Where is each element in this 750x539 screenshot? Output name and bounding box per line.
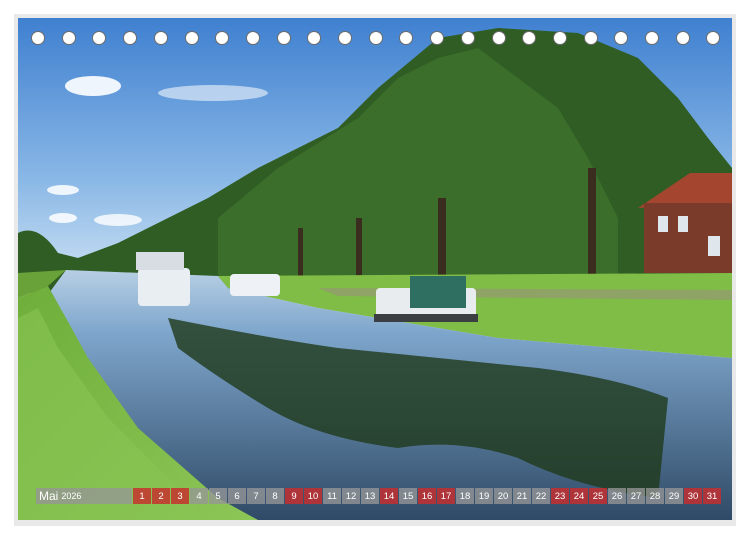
day-cell: 18 [456, 488, 474, 504]
day-cell: 21 [513, 488, 531, 504]
day-cell: 26 [608, 488, 626, 504]
day-cell: 25 [589, 488, 607, 504]
binding-hole [215, 31, 230, 45]
day-cell: 7 [247, 488, 265, 504]
binding-hole [645, 31, 659, 45]
day-cell: 2 [152, 488, 170, 504]
day-cell: 29 [665, 488, 683, 504]
binding-hole [399, 31, 414, 45]
day-cell: 30 [684, 488, 702, 504]
day-cell: 13 [361, 488, 379, 504]
day-cell: 15 [399, 488, 417, 504]
day-cell: 16 [418, 488, 436, 504]
day-cell: 11 [323, 488, 341, 504]
binding-hole [552, 31, 567, 45]
binding-hole [368, 31, 383, 45]
binding-hole [338, 31, 352, 45]
day-cell: 27 [627, 488, 645, 504]
binding-hole [614, 31, 629, 45]
day-cell: 4 [190, 488, 208, 504]
month-label-box: Mai 2026 [36, 488, 132, 504]
binding-hole [583, 31, 598, 45]
day-cell: 19 [475, 488, 493, 504]
day-cell: 17 [437, 488, 455, 504]
binding-hole [31, 31, 45, 45]
day-cell: 22 [532, 488, 550, 504]
day-cell: 20 [494, 488, 512, 504]
binding-hole [430, 31, 445, 45]
day-cell: 9 [285, 488, 303, 504]
binding-hole [61, 31, 76, 45]
year-label: 2026 [61, 491, 82, 501]
binding-hole [276, 31, 291, 45]
day-cell: 10 [304, 488, 322, 504]
day-cell: 6 [228, 488, 246, 504]
month-name: Mai [39, 489, 59, 503]
binding-hole [184, 31, 199, 45]
binding-hole [675, 31, 690, 45]
day-cell: 24 [570, 488, 588, 504]
day-cell: 31 [703, 488, 721, 504]
binding-hole [522, 31, 537, 45]
day-cell: 12 [342, 488, 360, 504]
day-cell: 5 [209, 488, 227, 504]
binding-hole [153, 31, 168, 45]
binding-hole [460, 31, 475, 45]
binding-hole [245, 31, 260, 45]
binding-hole [92, 31, 107, 45]
binding-hole [491, 31, 506, 45]
day-cell: 14 [380, 488, 398, 504]
binding-hole [123, 31, 138, 45]
binding-hole [307, 31, 322, 45]
day-cell: 23 [551, 488, 569, 504]
month-calendar-strip: Mai 2026 1 2 3 4 5 6 7 8 9 10 11 12 13 14 15 16 17 18 19 20… [36, 488, 721, 504]
day-cell: 28 [646, 488, 664, 504]
day-cell: 8 [266, 488, 284, 504]
day-cells: 1 2 3 4 5 6 7 8 9 10 11 12 13 14 15 16 17 18 19 20 21 22 23 24 2… [132, 488, 721, 504]
binding-hole [706, 31, 721, 45]
canal-landscape-photo [18, 18, 732, 520]
day-cell: 3 [171, 488, 189, 504]
spiral-binding [0, 31, 750, 47]
day-cell: 1 [133, 488, 151, 504]
